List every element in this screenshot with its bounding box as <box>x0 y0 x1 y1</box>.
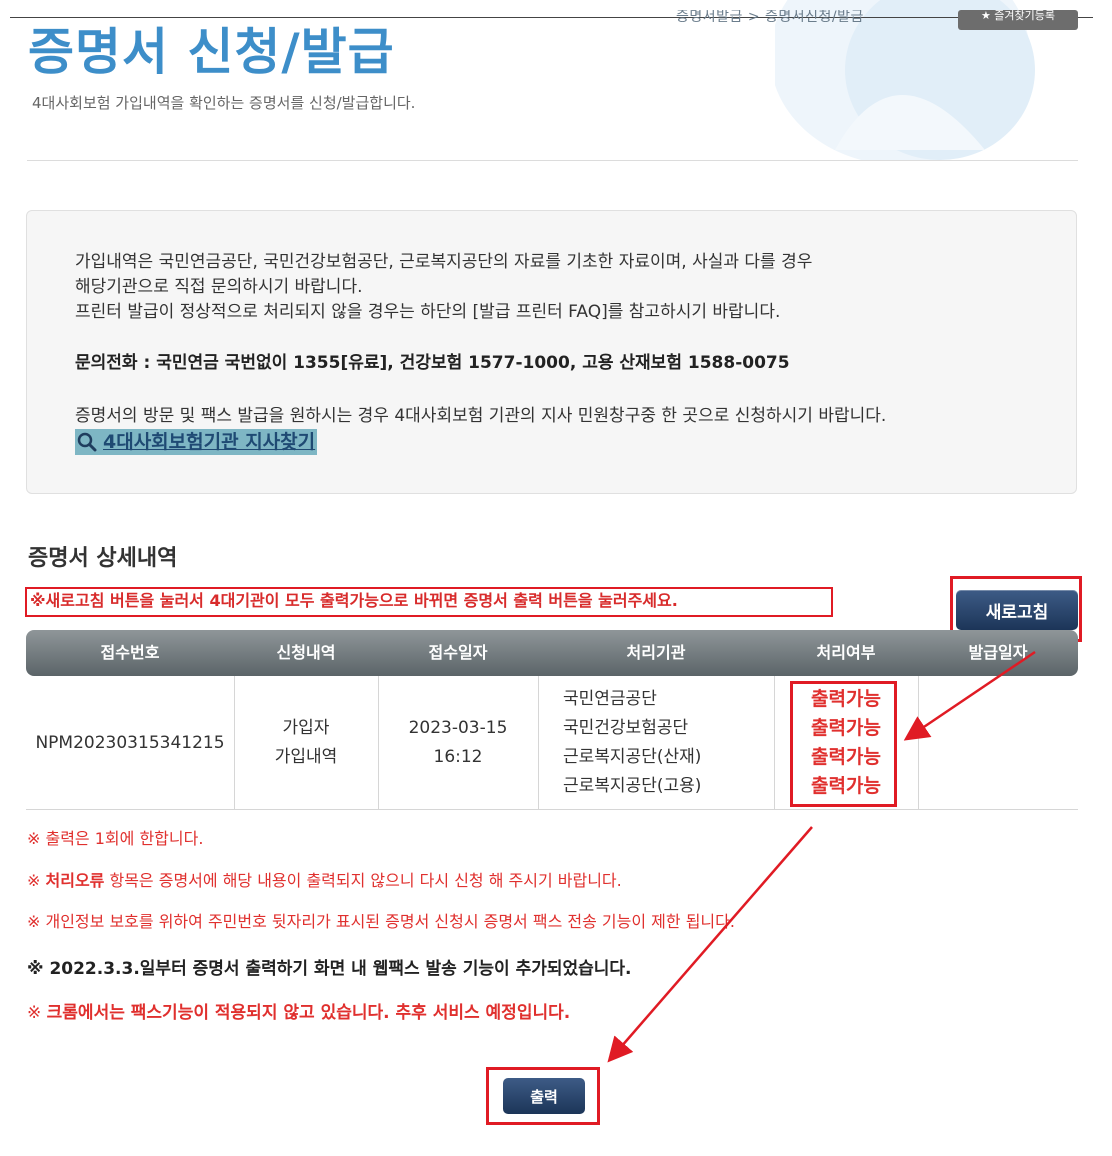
col-agency: 처리기관 <box>626 643 686 662</box>
top-divider <box>10 17 1093 18</box>
page-subtitle: 4대사회보험 가입내역을 확인하는 증명서를 신청/발급합니다. <box>32 94 416 112</box>
status-highlight-box <box>790 681 897 807</box>
note-error-items: ※ 처리오류 항목은 증명서에 해당 내용이 출력되지 않으니 다시 신청 해 … <box>27 870 622 892</box>
refresh-button[interactable]: 새로고침 <box>956 590 1078 630</box>
print-button[interactable]: 출력 <box>503 1078 585 1114</box>
receipt-date: 2023-03-15 16:12 <box>378 714 538 772</box>
table-header: 접수번호 신청내역 접수일자 처리기관 처리여부 발급일자 <box>26 630 1078 676</box>
notice-line-1: 가입내역은 국민연금공단, 국민건강보험공단, 근로복지공단의 자료를 기초한 … <box>75 252 813 272</box>
receipt-date-day: 2023-03-15 <box>408 718 508 738</box>
note-privacy: ※ 개인정보 보호를 위하여 주민번호 뒷자리가 표시된 증명서 신청시 증명서… <box>27 912 735 931</box>
notice-line-2: 해당기관으로 직접 문의하시기 바랍니다. <box>75 277 363 297</box>
note-print-once: ※ 출력은 1회에 한합니다. <box>27 829 204 848</box>
branch-finder-label: 4대사회보험기관 지사찾기 <box>103 431 316 453</box>
refresh-warning: ※새로고침 버튼을 눌러서 4대기관이 모두 출력가능으로 바뀌면 증명서 출력… <box>30 591 678 610</box>
note-bold: 크롬에서는 팩스기능이 적용되지 않고 있습니다. 추후 서비스 예정입니다. <box>46 1003 571 1023</box>
annotation-arrows <box>607 650 1036 1063</box>
note-chrome: ※ 크롬에서는 팩스기능이 적용되지 않고 있습니다. 추후 서비스 예정입니다… <box>27 1002 570 1024</box>
col-request: 신청내역 <box>276 643 336 662</box>
column-divider <box>918 676 919 809</box>
notice-line-5: 증명서의 방문 및 팩스 발급을 원하시는 경우 4대사회보험 기관의 지사 민… <box>75 406 887 426</box>
contact-phone: 문의전화 : 국민연금 국번없이 1355[유료], 건강보험 1577-100… <box>75 353 790 373</box>
note-bold: 처리오류 <box>45 871 105 890</box>
breadcrumb[interactable]: 증명서발급 > 증명서신청/발급 <box>676 10 864 22</box>
col-status: 처리여부 <box>816 643 876 662</box>
column-divider <box>538 676 539 809</box>
agency-item: 근로복지공단(산재) <box>563 747 702 767</box>
note-webfax: ※ 2022.3.3.일부터 증명서 출력하기 화면 내 웹팩스 발송 기능이 … <box>27 959 632 979</box>
magnifier-icon <box>77 432 97 452</box>
agency-list: 국민연금공단 국민건강보험공단 근로복지공단(산재) 근로복지공단(고용) <box>563 685 701 801</box>
page-title: 증명서 신청/발급 <box>28 23 395 81</box>
request-line: 가입자 <box>282 718 330 738</box>
col-date: 접수일자 <box>428 643 488 662</box>
note-prefix: ※ <box>27 871 46 890</box>
note-rest: 항목은 증명서에 해당 내용이 출력되지 않으니 다시 신청 해 주시기 바랍니… <box>104 871 622 890</box>
request-line: 가입내역 <box>274 747 338 767</box>
agency-item: 국민연금공단 <box>563 689 657 709</box>
notice-box: 가입내역은 국민연금공단, 국민건강보험공단, 근로복지공단의 자료를 기초한 … <box>26 210 1077 494</box>
section-title: 증명서 상세내역 <box>28 546 178 571</box>
request-type: 가입자 가입내역 <box>234 714 378 772</box>
arrow-to-print <box>607 826 813 1063</box>
branch-finder-link[interactable]: 4대사회보험기관 지사찾기 <box>75 429 318 455</box>
col-issue-date: 발급일자 <box>968 643 1028 662</box>
header-divider <box>27 160 1078 161</box>
receipt-date-time: 16:12 <box>433 747 483 767</box>
agency-item: 근로복지공단(고용) <box>563 776 702 796</box>
bookmark-button[interactable]: ★ 즐겨찾기등록 <box>958 10 1078 30</box>
note-prefix: ※ <box>27 1003 47 1023</box>
notice-line-3: 프린터 발급이 정상적으로 처리되지 않을 경우는 하단의 [발급 프린터 FA… <box>75 302 781 322</box>
agency-item: 국민건강보험공단 <box>563 718 689 738</box>
receipt-number: NPM20230315341215 <box>35 733 225 753</box>
col-receipt-no: 접수번호 <box>100 643 160 662</box>
